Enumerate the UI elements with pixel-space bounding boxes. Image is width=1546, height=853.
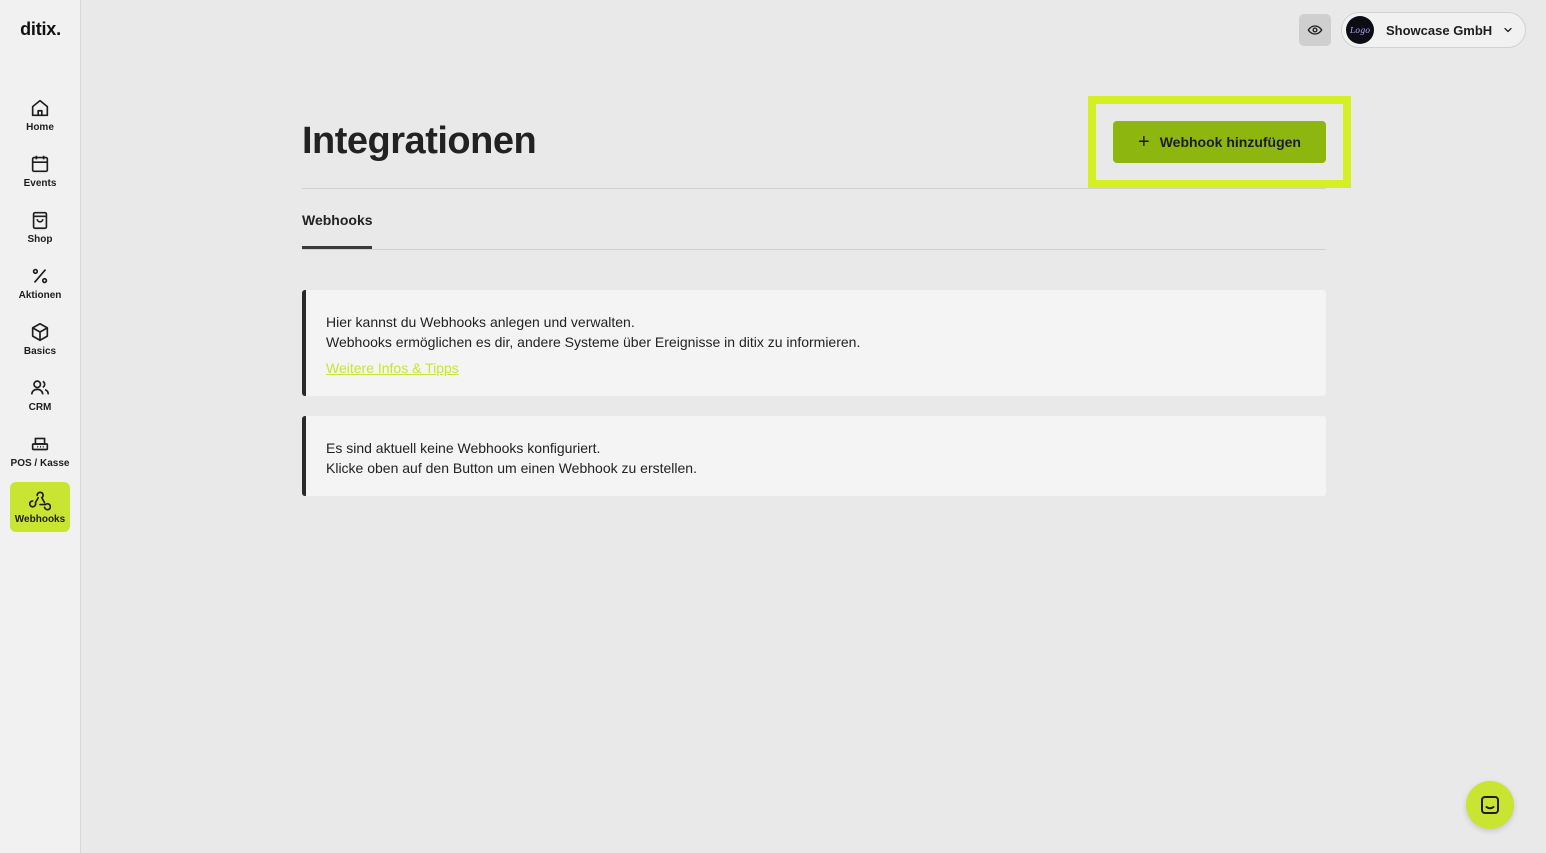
more-info-link[interactable]: Weitere Infos & Tipps	[326, 358, 459, 378]
sidebar-item-label: POS / Kasse	[10, 458, 70, 469]
percent-icon	[32, 268, 48, 284]
empty-text-line-2: Klicke oben auf den Button um einen Webh…	[326, 460, 697, 476]
tab-webhooks[interactable]: Webhooks	[302, 212, 373, 228]
sidebar-item-label: Home	[26, 122, 54, 133]
sidebar-item-shop[interactable]: Shop	[10, 202, 70, 252]
preview-button[interactable]	[1299, 14, 1331, 46]
empty-text-line-1: Es sind aktuell keine Webhooks konfiguri…	[326, 440, 601, 456]
sidebar-nav: Home Events Shop Aktionen Basics CRM POS…	[10, 90, 70, 538]
plus-icon: +	[1138, 131, 1150, 153]
tabs-divider	[302, 249, 1326, 250]
shopping-bag-icon	[32, 211, 48, 230]
sidebar: ditix. Home Events Shop Aktionen Basics …	[0, 0, 81, 853]
account-name: Showcase GmbH	[1386, 22, 1493, 38]
divider	[302, 188, 1326, 189]
sidebar-item-crm[interactable]: CRM	[10, 370, 70, 420]
sidebar-item-basics[interactable]: Basics	[10, 314, 70, 364]
add-webhook-button[interactable]: + Webhook hinzufügen	[1113, 121, 1326, 163]
sidebar-item-events[interactable]: Events	[10, 146, 70, 196]
page-title: Integrationen	[302, 120, 537, 162]
pos-terminal-icon	[31, 437, 49, 451]
chat-button[interactable]	[1466, 781, 1514, 829]
avatar-logo-text: Logo	[1349, 25, 1371, 35]
chat-icon	[1481, 796, 1499, 814]
sidebar-item-label: Aktionen	[18, 290, 62, 301]
eye-icon	[1307, 25, 1323, 35]
empty-state-card: Es sind aktuell keine Webhooks konfiguri…	[302, 416, 1326, 496]
webhook-icon	[29, 491, 51, 511]
box-icon	[31, 322, 49, 342]
info-text-line-2: Webhooks ermöglichen es dir, andere Syst…	[326, 334, 861, 350]
sidebar-item-label: CRM	[28, 402, 52, 413]
chevron-down-icon	[1504, 27, 1512, 33]
sidebar-item-webhooks[interactable]: Webhooks	[10, 482, 70, 532]
sidebar-item-label: Basics	[23, 346, 57, 357]
add-webhook-label: Webhook hinzufügen	[1159, 134, 1301, 150]
avatar: Logo	[1346, 16, 1374, 44]
info-card: Hier kannst du Webhooks anlegen und verw…	[302, 290, 1326, 396]
sidebar-item-pos[interactable]: POS / Kasse	[10, 426, 70, 476]
sidebar-item-label: Shop	[27, 234, 53, 245]
calendar-icon	[31, 155, 49, 173]
home-icon	[31, 99, 49, 117]
sidebar-item-label: Webhooks	[14, 514, 66, 525]
sidebar-item-aktionen[interactable]: Aktionen	[10, 258, 70, 308]
account-switcher[interactable]: Logo Showcase GmbH	[1341, 12, 1526, 48]
info-text-line-1: Hier kannst du Webhooks anlegen und verw…	[326, 314, 635, 330]
sidebar-item-home[interactable]: Home	[10, 90, 70, 140]
app-logo[interactable]: ditix.	[0, 19, 81, 40]
users-icon	[30, 380, 50, 395]
sidebar-item-label: Events	[23, 178, 57, 189]
